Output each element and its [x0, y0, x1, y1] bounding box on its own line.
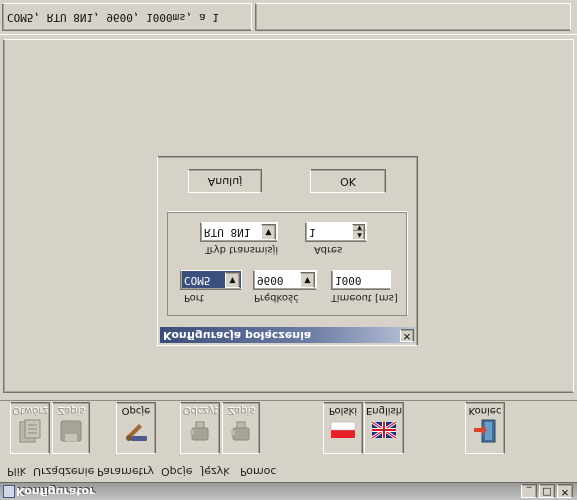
open-button[interactable]: Otwórz [10, 402, 50, 454]
speed-value: 9600 [257, 274, 284, 287]
spin-down-arrow-icon[interactable]: ▼ [353, 223, 366, 231]
menu-pomoc[interactable]: Pomoc [240, 465, 276, 478]
read-button[interactable]: Odczyt [180, 402, 220, 454]
timeout-input[interactable]: 1000 [331, 270, 391, 290]
options-label: Opcje [121, 405, 151, 416]
poland-flag-icon [330, 421, 356, 438]
menu-opcje[interactable]: Opcje [161, 465, 193, 478]
english-language-button[interactable]: English [364, 402, 404, 454]
wrench-icon [126, 424, 147, 441]
cancel-label: Anuluj [207, 175, 243, 188]
dialog-title-bar[interactable]: Konfiguracja połączenia [160, 327, 415, 343]
write-device-icon [231, 421, 250, 441]
exit-door-icon [474, 419, 496, 443]
address-label: Adres [314, 244, 343, 255]
ok-label: OK [340, 175, 356, 188]
port-value: COM5 [184, 274, 211, 287]
menu-urzadzenie[interactable]: Urządzenie [33, 465, 94, 478]
app-window: Konfigurator _ □ ✕ Plik Urządzenie Param… [0, 0, 577, 500]
menu-plik[interactable]: Plik [7, 465, 26, 478]
dialog-title: Konfiguracja połączenia [163, 329, 312, 342]
menu-parametry[interactable]: Parametry [97, 465, 154, 478]
status-bar: COM5, RTU 8N1, 9600, 1000ms, a 1 [0, 0, 577, 35]
address-value: 1 [309, 226, 316, 239]
close-button[interactable]: ✕ [557, 484, 573, 498]
menu-bar: Plik Urządzenie Parametry Opcje Język Po… [0, 460, 577, 482]
minimize-button[interactable]: _ [521, 484, 537, 498]
ok-button[interactable]: OK [310, 169, 386, 193]
status-connection-pane: COM5, RTU 8N1, 9600, 1000ms, a 1 [2, 3, 252, 31]
save-button[interactable]: Zapis [52, 402, 90, 454]
polish-label: Polski [328, 405, 358, 416]
app-icon [3, 485, 15, 498]
port-dropdown-arrow[interactable]: ▼ [225, 272, 240, 288]
connection-config-dialog: Konfiguracja połączenia ✕ Port Prędkość … [157, 156, 418, 346]
mode-value: RTU 8N1 [204, 226, 251, 239]
speed-dropdown-arrow[interactable]: ▼ [300, 272, 315, 288]
uk-flag-icon [371, 420, 397, 440]
menu-jezyk[interactable]: Język [201, 465, 230, 478]
toolbar: Otwórz Zapis Opcje Odczyt Zapis Polski E… [0, 400, 577, 460]
open-label: Otwórz [12, 405, 48, 416]
mode-dropdown-arrow[interactable]: ▼ [261, 224, 276, 240]
cancel-button[interactable]: Anuluj [188, 169, 262, 193]
mode-label: Tryb transmisji [205, 244, 279, 255]
save-disk-icon [60, 420, 82, 442]
read-device-icon [190, 421, 209, 441]
dialog-close-button[interactable]: ✕ [400, 329, 414, 342]
timeout-value: 1000 [335, 274, 362, 287]
write-button[interactable]: Zapis [222, 402, 260, 454]
save-label: Zapis [57, 405, 85, 416]
maximize-button[interactable]: □ [539, 484, 555, 498]
exit-button[interactable]: Koniec [465, 402, 505, 454]
polish-language-button[interactable]: Polski [323, 402, 363, 454]
speed-label: Prędkość [254, 292, 299, 303]
options-button[interactable]: Opcje [116, 402, 156, 454]
status-connection-text: COM5, RTU 8N1, 9600, 1000ms, a 1 [7, 11, 219, 24]
english-label: English [365, 405, 403, 416]
address-spinner[interactable]: ▲ ▼ [352, 223, 366, 240]
exit-label: Koniec [468, 405, 502, 416]
status-secondary-pane [255, 3, 571, 31]
spin-up-arrow-icon[interactable]: ▲ [353, 230, 366, 239]
port-label: Port [184, 292, 204, 303]
open-file-icon [19, 419, 41, 443]
read-label: Odczyt [182, 405, 218, 416]
write-label: Zapis [227, 405, 255, 416]
timeout-label: Timeout [ms] [331, 292, 398, 303]
title-bar[interactable]: Konfigurator [0, 482, 577, 500]
